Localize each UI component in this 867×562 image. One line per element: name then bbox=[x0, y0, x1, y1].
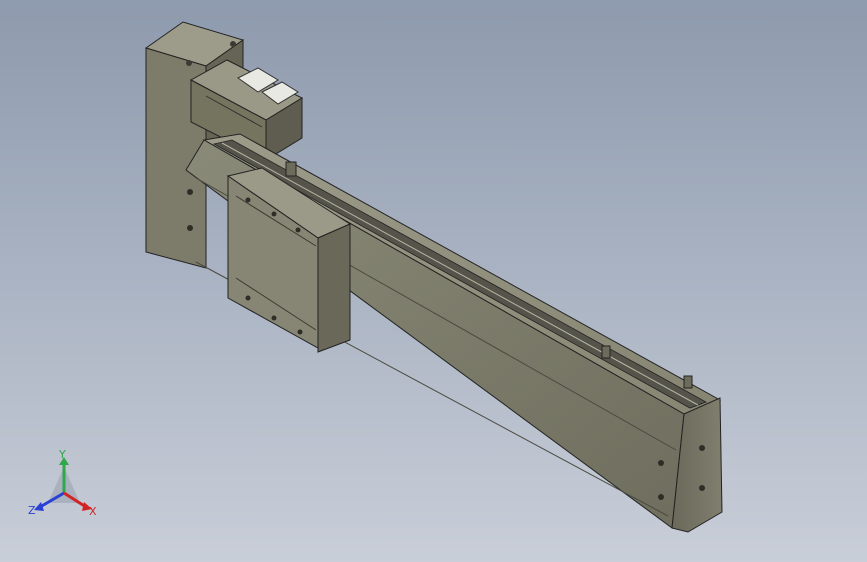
linear-actuator-model[interactable] bbox=[0, 0, 867, 562]
triad-y-label: Y bbox=[59, 448, 66, 461]
coordinate-triad: Y Z X bbox=[22, 445, 108, 525]
cad-viewport[interactable]: Y Z X bbox=[0, 0, 867, 562]
triad-x-label: X bbox=[89, 505, 97, 518]
triad-z-label: Z bbox=[28, 504, 36, 517]
